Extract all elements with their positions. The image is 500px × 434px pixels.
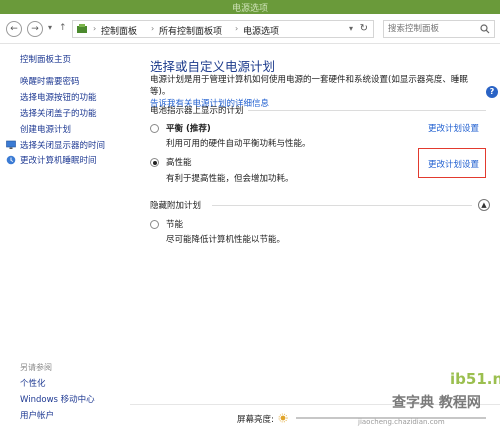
- chevron-down-icon[interactable]: ▾: [349, 24, 353, 33]
- change-plan-high-performance-link[interactable]: 更改计划设置: [428, 158, 479, 170]
- up-button[interactable]: ↑: [59, 23, 67, 33]
- address-bar: ← → ▾ ↑ › 控制面板 › 所有控制面板项 › 电源选项 ▾ ↻: [0, 14, 500, 44]
- breadcrumb[interactable]: › 控制面板 › 所有控制面板项 › 电源选项 ▾ ↻: [72, 20, 374, 38]
- sidebar-item-create-plan[interactable]: 创建电源计划: [20, 123, 71, 135]
- plan-high-performance-radio[interactable]: [150, 158, 159, 167]
- page-title: 选择或自定义电源计划: [150, 59, 276, 74]
- window-title: 电源选项: [231, 4, 268, 14]
- change-plan-balanced-link[interactable]: 更改计划设置: [428, 122, 479, 134]
- plan-high-performance-desc: 有利于提高性能，但会增加功耗。: [166, 174, 294, 184]
- display-icon: [6, 140, 16, 149]
- search-icon[interactable]: [480, 24, 490, 34]
- control-panel-icon: [77, 24, 87, 33]
- refresh-icon[interactable]: ↻: [360, 23, 368, 34]
- battery-section-heading: 电池指示器上显示的计划: [150, 106, 244, 116]
- plan-high-performance-name[interactable]: 高性能: [166, 156, 192, 168]
- watermark-url: jiaocheng.chazidian.com: [358, 418, 445, 426]
- sidebar: 控制面板主页 唤醒时需要密码 选择电源按钮的功能 选择关闭盖子的功能 创建电源计…: [0, 44, 130, 434]
- see-also-heading: 另请参阅: [20, 363, 52, 372]
- sidebar-item-power-button[interactable]: 选择电源按钮的功能: [20, 91, 97, 103]
- hidden-section-heading: 隐藏附加计划: [150, 201, 202, 211]
- plan-power-saver-radio[interactable]: [150, 220, 159, 229]
- sidebar-item-mobility-center[interactable]: Windows 移动中心: [20, 393, 95, 405]
- title-bar: 电源选项: [0, 0, 500, 14]
- watermark-site: ib51.net: [450, 370, 500, 388]
- breadcrumb-item-control-panel[interactable]: 控制面板: [101, 24, 137, 37]
- breadcrumb-separator: ›: [151, 24, 155, 33]
- breadcrumb-separator: ›: [235, 24, 239, 33]
- plan-balanced-desc: 利用可用的硬件自动平衡功耗与性能。: [166, 139, 311, 149]
- sidebar-item-personalization[interactable]: 个性化: [20, 377, 46, 389]
- search-input[interactable]: [388, 23, 476, 35]
- plan-power-saver-desc: 尽可能降低计算机性能以节能。: [166, 235, 286, 245]
- main-content: ? 选择或自定义电源计划 电源计划是用于管理计算机如何使用电源的一套硬件和系统设…: [130, 44, 500, 434]
- sidebar-item-sleep-time[interactable]: 更改计算机睡眠时间: [20, 154, 97, 166]
- sidebar-item-display-off[interactable]: 选择关闭显示器的时间: [20, 139, 105, 151]
- sidebar-item-wakeup-password[interactable]: 唤醒时需要密码: [20, 75, 80, 87]
- plan-balanced-name[interactable]: 平衡 (推荐): [166, 122, 211, 134]
- brightness-icon: [278, 413, 288, 423]
- brightness-label: 屏幕亮度:: [237, 415, 274, 425]
- search-box[interactable]: [383, 20, 495, 38]
- plan-power-saver-name[interactable]: 节能: [166, 218, 183, 230]
- description-text: 电源计划是用于管理计算机如何使用电源的一套硬件和系统设置(如显示器亮度、睡眠等)…: [150, 75, 468, 97]
- sidebar-item-home[interactable]: 控制面板主页: [20, 53, 71, 65]
- section-divider: [212, 205, 472, 206]
- sidebar-item-lid-close[interactable]: 选择关闭盖子的功能: [20, 107, 97, 119]
- sleep-icon: [6, 155, 16, 165]
- forward-button[interactable]: →: [27, 21, 43, 37]
- breadcrumb-item-power-options[interactable]: 电源选项: [243, 24, 279, 37]
- watermark: ib51.net 查字典 教程网 jiaocheng.chazidian.com: [358, 370, 500, 434]
- back-button[interactable]: ←: [6, 21, 22, 37]
- plan-balanced-radio[interactable]: [150, 124, 159, 133]
- sidebar-item-user-accounts[interactable]: 用户帐户: [20, 409, 54, 421]
- breadcrumb-separator: ›: [93, 24, 97, 33]
- section-divider: [248, 110, 486, 111]
- watermark-text: 查字典 教程网: [392, 395, 481, 411]
- collapse-icon[interactable]: ▲: [478, 199, 490, 211]
- recent-pages-icon[interactable]: ▾: [48, 23, 52, 32]
- breadcrumb-item-all-items[interactable]: 所有控制面板项: [159, 24, 222, 37]
